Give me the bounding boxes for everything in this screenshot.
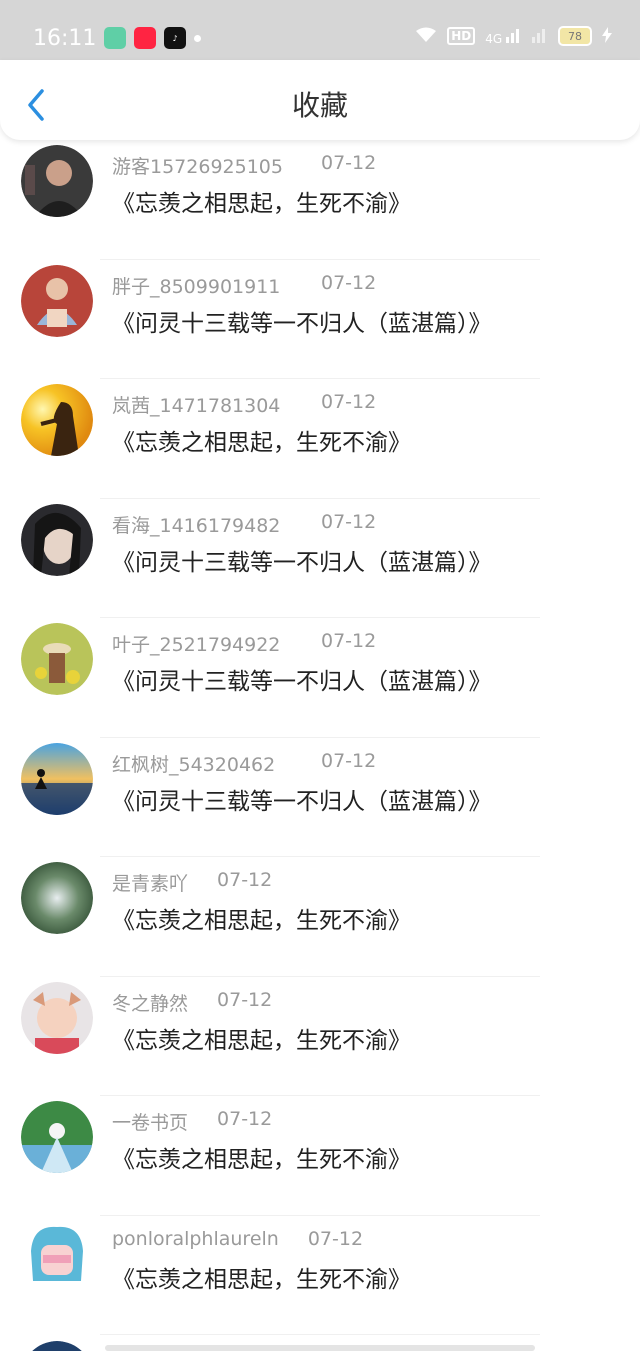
username: 胖子_8509901911 — [112, 275, 281, 298]
app-notification-icon — [104, 27, 126, 49]
avatar[interactable] — [21, 1101, 93, 1173]
date: 07-12 — [321, 510, 377, 533]
username: 冬之静然 — [112, 992, 189, 1015]
favorites-list: 游客15726925105 07-12 《忘羡之相思起，生死不渝》 胖子_8509… — [0, 140, 640, 1335]
page-title: 收藏 — [291, 89, 348, 122]
avatar[interactable] — [21, 145, 93, 217]
list-item[interactable]: 红枫树_54320462 07-12 《问灵十三载等一不归人（蓝湛篇）》 — [0, 738, 640, 857]
xiaohongshu-icon — [134, 27, 156, 49]
date: 07-12 — [321, 271, 377, 294]
avatar[interactable] — [21, 981, 93, 1054]
header: 收藏 — [0, 60, 640, 140]
tiktok-icon: ♪ — [164, 27, 186, 49]
username: ponloralphlaureln — [112, 1227, 279, 1250]
avatar[interactable] — [21, 503, 93, 576]
avatar[interactable] — [21, 264, 93, 337]
date: 07-12 — [307, 1227, 364, 1250]
loading-placeholder — [105, 1345, 535, 1351]
wifi-icon — [415, 27, 437, 46]
list-item[interactable]: 叶子_2521794922 07-12 《问灵十三载等一不归人（蓝湛篇）》 — [0, 618, 640, 738]
status-right: HD 4G 78 — [415, 26, 612, 46]
signal-2-icon — [532, 27, 548, 46]
list-item[interactable]: ponloralphlaureln 07-12 《忘羡之相思起，生死不渝》 — [0, 1216, 640, 1335]
avatar[interactable] — [21, 742, 93, 815]
signal-icon: 4G — [485, 27, 522, 46]
story-title[interactable]: 《忘羡之相思起，生死不渝》 — [112, 901, 411, 935]
list-item[interactable]: 看海_1416179482 07-12 《问灵十三载等一不归人（蓝湛篇）》 — [0, 499, 640, 618]
list-item[interactable]: 游客15726925105 07-12 《忘羡之相思起，生死不渝》 — [0, 140, 640, 260]
status-bar: 16:11 ♪ HD 4G 78 — [0, 0, 640, 60]
hd-icon: HD — [447, 27, 476, 45]
story-title[interactable]: 《问灵十三载等一不归人（蓝湛篇）》 — [112, 543, 492, 577]
username: 看海_1416179482 — [112, 514, 281, 537]
date: 07-12 — [217, 869, 273, 891]
username: 游客15726925105 — [112, 156, 283, 178]
network-type: 4G — [485, 31, 503, 46]
notification-icons: ♪ — [104, 27, 201, 49]
story-title[interactable]: 《忘羡之相思起，生死不渝》 — [112, 1021, 411, 1055]
list-item-partial — [0, 1335, 640, 1351]
list-item[interactable]: 是青素吖 07-12 《忘羡之相思起，生死不渝》 — [0, 857, 640, 977]
date: 07-12 — [217, 988, 273, 1011]
date: 07-12 — [217, 1108, 273, 1130]
story-title[interactable]: 《问灵十三载等一不归人（蓝湛篇）》 — [112, 304, 492, 338]
date: 07-12 — [321, 391, 377, 413]
avatar — [32, 1341, 82, 1351]
avatar[interactable] — [21, 384, 93, 456]
story-title[interactable]: 《忘羡之相思起，生死不渝》 — [112, 423, 411, 457]
username: 红枫树_54320462 — [112, 753, 276, 776]
username: 叶子_2521794922 — [112, 634, 281, 656]
avatar[interactable] — [21, 623, 93, 695]
list-item[interactable]: 一卷书页 07-12 《忘羡之相思起，生死不渝》 — [0, 1096, 640, 1216]
date: 07-12 — [321, 749, 377, 772]
username: 岚茜_1471781304 — [112, 395, 281, 417]
story-title[interactable]: 《忘羡之相思起，生死不渝》 — [112, 1140, 411, 1174]
charging-icon — [602, 26, 612, 46]
avatar[interactable] — [21, 1220, 93, 1293]
story-title[interactable]: 《忘羡之相思起，生死不渝》 — [112, 1260, 411, 1294]
story-title[interactable]: 《问灵十三载等一不归人（蓝湛篇）》 — [112, 662, 492, 696]
story-title[interactable]: 《问灵十三载等一不归人（蓝湛篇）》 — [112, 782, 492, 816]
list-item[interactable]: 冬之静然 07-12 《忘羡之相思起，生死不渝》 — [0, 977, 640, 1096]
username: 一卷书页 — [112, 1112, 189, 1134]
battery-level: 78 — [568, 29, 582, 43]
battery-icon: 78 — [558, 26, 592, 46]
list-item[interactable]: 岚茜_1471781304 07-12 《忘羡之相思起，生死不渝》 — [0, 379, 640, 499]
date: 07-12 — [321, 630, 377, 652]
avatar[interactable] — [21, 862, 93, 934]
list-item[interactable]: 胖子_8509901911 07-12 《问灵十三载等一不归人（蓝湛篇）》 — [0, 260, 640, 379]
username: 是青素吖 — [112, 873, 189, 895]
date: 07-12 — [321, 152, 377, 174]
more-notifications-dot — [194, 34, 201, 42]
story-title[interactable]: 《忘羡之相思起，生死不渝》 — [112, 184, 411, 218]
status-time: 16:11 — [33, 26, 97, 51]
